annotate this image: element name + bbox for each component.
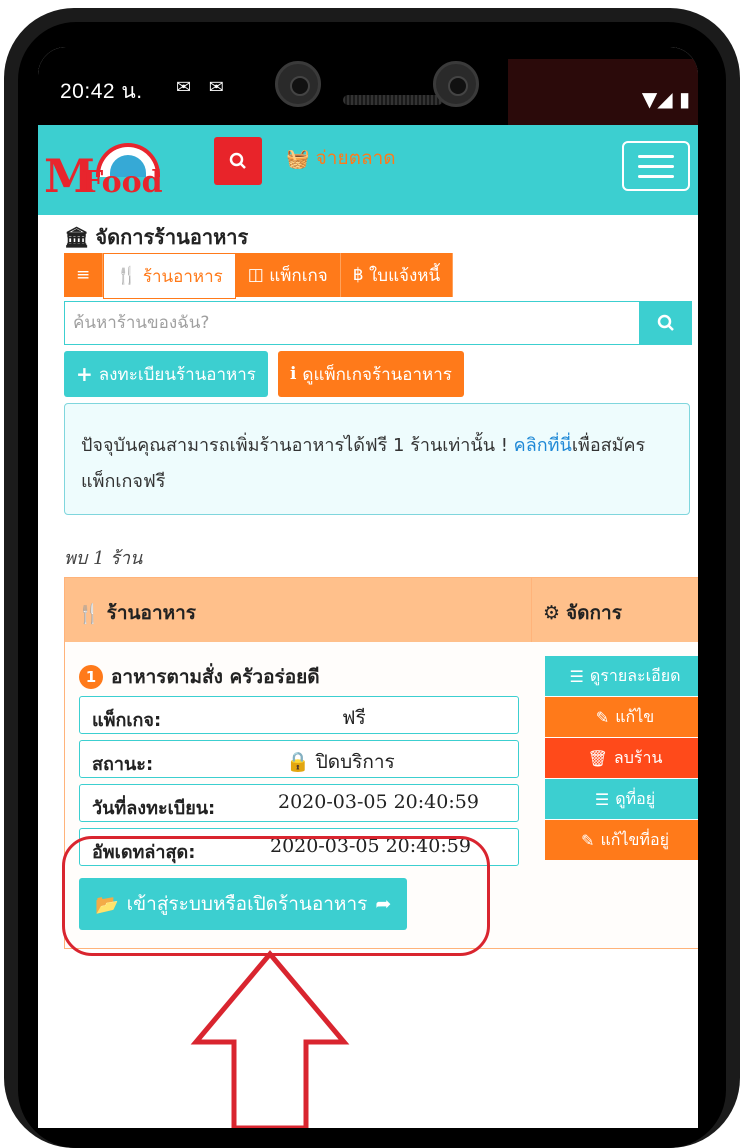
highlight-annotation xyxy=(62,836,490,956)
plus-icon: + xyxy=(76,362,93,386)
speaker-grille xyxy=(343,95,443,105)
restaurant-name: 1 อาหารตามสั่ง ครัวอร่อยดี xyxy=(79,662,320,692)
trash-icon: 🗑 xyxy=(587,748,608,768)
status-bar: 20:42 น. ✉ ✉ ▼◢ ▮ xyxy=(38,47,698,125)
edit-address-button[interactable]: ✎ แก้ไขที่อยู่ xyxy=(545,820,698,860)
up-arrow-annotation xyxy=(190,950,350,1128)
register-restaurant-button[interactable]: + ลงทะเบียนร้านอาหาร xyxy=(64,351,268,397)
tab-invoice[interactable]: ฿ ใบแจ้งหนี้ xyxy=(340,253,454,297)
shop-search xyxy=(64,301,692,345)
top-navbar: M Food 🧺 จ่ายตลาด xyxy=(38,125,698,215)
front-camera-icon xyxy=(275,61,321,107)
lock-icon: 🔒 xyxy=(286,751,310,773)
baht-icon: ฿ xyxy=(352,265,364,285)
tab-restaurant[interactable]: 🍴 ร้านอาหาร xyxy=(103,253,236,299)
row-number-badge: 1 xyxy=(79,665,103,689)
tab-package[interactable]: ◫ แพ็กเกจ xyxy=(235,253,341,297)
tab-bar: ≡ 🍴 ร้านอาหาร ◫ แพ็กเกจ ฿ ใบแจ้งหนี้ xyxy=(64,253,454,299)
columns-icon: ◫ xyxy=(247,265,264,285)
delete-shop-button[interactable]: 🗑 ลบร้าน xyxy=(545,738,698,778)
view-details-button[interactable]: ☰ ดูรายละเอียด xyxy=(545,656,698,696)
edit-icon: ✎ xyxy=(595,707,610,727)
signal-battery-icon: ▼◢ ▮ xyxy=(641,87,690,111)
list-icon: ☰ xyxy=(594,789,610,809)
info-icon: i xyxy=(289,364,297,384)
shop-search-button[interactable] xyxy=(640,301,692,345)
found-count: พบ 1 ร้าน xyxy=(64,548,143,569)
bank-icon: 🏛 xyxy=(64,225,90,249)
view-package-button[interactable]: i ดูแพ็กเกจร้านอาหาร xyxy=(277,351,464,397)
table-header: 🍴 ร้านอาหาร ⚙ จัดการ xyxy=(65,578,698,644)
action-buttons: + ลงทะเบียนร้านอาหาร i ดูแพ็กเกจร้านอาหา… xyxy=(64,351,464,397)
search-button[interactable] xyxy=(214,137,262,185)
phone-frame: 20:42 น. ✉ ✉ ▼◢ ▮ M Food 🧺 จ่ายตลาด 🏛 จั… xyxy=(0,0,745,1148)
click-here-link[interactable]: คลิกที่นี่ xyxy=(514,435,572,456)
view-address-button[interactable]: ☰ ดูที่อยู่ xyxy=(545,779,698,819)
shop-search-input[interactable] xyxy=(64,301,640,345)
list-icon: ≡ xyxy=(76,265,91,285)
mail-notification-icon: ✉ ✉ xyxy=(176,77,230,98)
list-icon: ☰ xyxy=(569,666,584,686)
page-title: 🏛 จัดการร้านอาหาร xyxy=(64,225,249,249)
row-actions: ☰ ดูรายละเอียด ✎ แก้ไข 🗑 ลบร้าน ☰ ดูที่อยู่ xyxy=(545,656,698,861)
column-header-restaurant: 🍴 ร้านอาหาร xyxy=(77,602,197,625)
edit-button[interactable]: ✎ แก้ไข xyxy=(545,697,698,737)
registered-date-field: วันที่ลงทะเบียน: 2020-03-05 20:40:59 xyxy=(79,784,519,822)
tab-menu[interactable]: ≡ xyxy=(64,253,104,297)
gear-icon: ⚙ xyxy=(543,602,561,624)
search-icon xyxy=(229,152,246,169)
status-field: สถานะ: 🔒 ปิดบริการ xyxy=(79,740,519,778)
front-sensor-icon xyxy=(433,61,479,107)
free-limit-notice: ปัจจุบันคุณสามารถเพิ่มร้านอาหารได้ฟรี 1 … xyxy=(64,403,690,515)
package-field: แพ็กเกจ: ฟรี xyxy=(79,696,519,734)
edit-icon: ✎ xyxy=(581,830,595,850)
basket-icon: 🧺 xyxy=(286,147,310,170)
menu-toggle-button[interactable] xyxy=(622,141,690,191)
search-icon xyxy=(657,314,674,331)
phone-screen: 20:42 น. ✉ ✉ ▼◢ ▮ M Food 🧺 จ่ายตลาด 🏛 จั… xyxy=(38,47,698,1128)
status-time: 20:42 น. xyxy=(60,80,143,103)
column-header-manage: ⚙ จัดการ xyxy=(543,602,622,624)
mfood-logo[interactable]: M Food xyxy=(44,143,184,203)
market-link[interactable]: 🧺 จ่ายตลาด xyxy=(286,143,396,173)
utensils-icon: 🍴 xyxy=(77,602,101,625)
utensils-icon: 🍴 xyxy=(116,266,138,286)
